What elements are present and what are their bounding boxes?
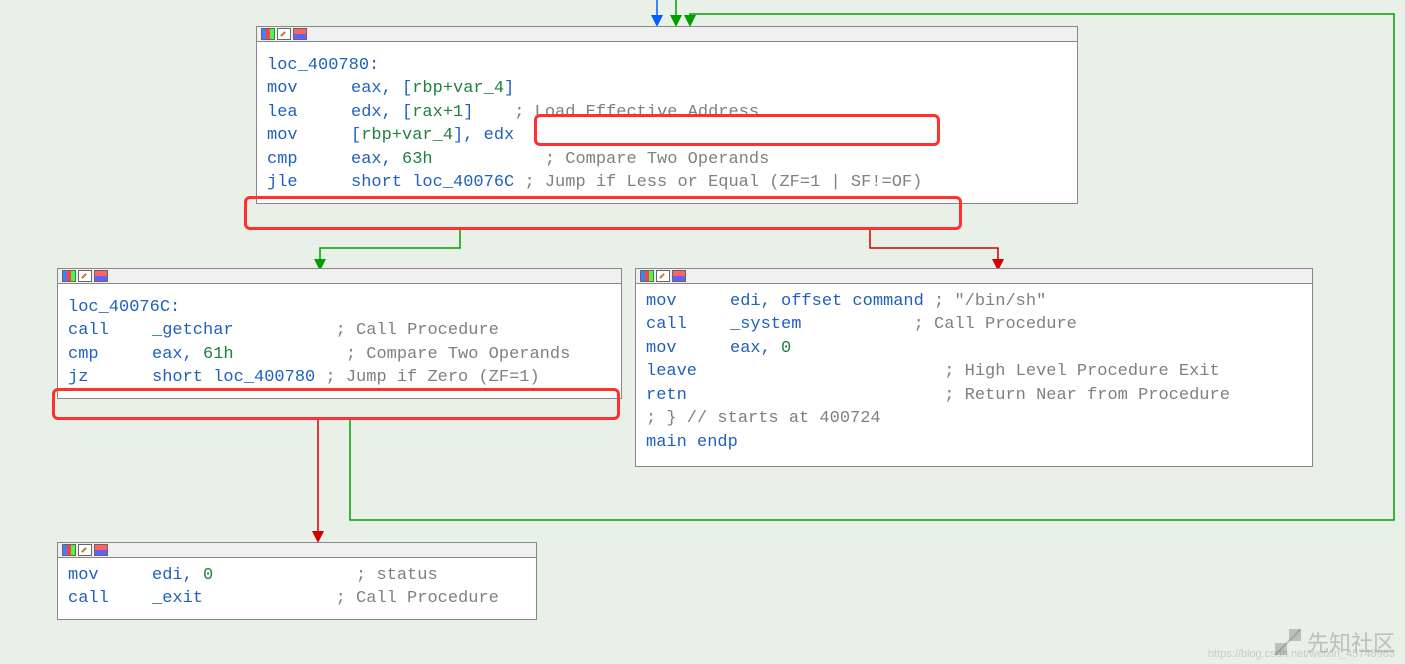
edit-icon (277, 28, 291, 40)
block-400780[interactable]: loc_400780: moveax, [rbp+var_4] leaedx, … (256, 26, 1078, 204)
breakpoint-icon (293, 28, 307, 40)
edit-icon (78, 270, 92, 282)
block-40076C[interactable]: loc_40076C: call_getchar ; Call Procedur… (57, 268, 622, 399)
block-header (257, 27, 1077, 42)
block-header (636, 269, 1312, 284)
colors-icon (62, 270, 76, 282)
code-label: loc_40076C: (68, 298, 180, 317)
breakpoint-icon (672, 270, 686, 282)
block-header (58, 269, 621, 284)
block-header (58, 543, 536, 558)
edit-icon (656, 270, 670, 282)
watermark-url: https://blog.csdn.net/weixin_45748963 (1208, 648, 1395, 660)
breakpoint-icon (94, 544, 108, 556)
breakpoint-icon (94, 270, 108, 282)
block-body: loc_400780: moveax, [rbp+var_4] leaedx, … (257, 42, 1077, 203)
code-comment: ; } // starts at 400724 (646, 409, 881, 428)
code-label: loc_400780: (267, 56, 379, 75)
block-body: movedi, 0 ; status call_exit ; Call Proc… (58, 558, 536, 619)
code-label: main endp (646, 433, 738, 452)
colors-icon (261, 28, 275, 40)
block-body: movedi, offset command ; "/bin/sh" call_… (636, 284, 1312, 466)
block-system[interactable]: movedi, offset command ; "/bin/sh" call_… (635, 268, 1313, 467)
block-body: loc_40076C: call_getchar ; Call Procedur… (58, 284, 621, 398)
colors-icon (62, 544, 76, 556)
edit-icon (78, 544, 92, 556)
block-exit[interactable]: movedi, 0 ; status call_exit ; Call Proc… (57, 542, 537, 620)
watermark: 先知社区 https://blog.csdn.net/weixin_457489… (1275, 626, 1395, 658)
colors-icon (640, 270, 654, 282)
